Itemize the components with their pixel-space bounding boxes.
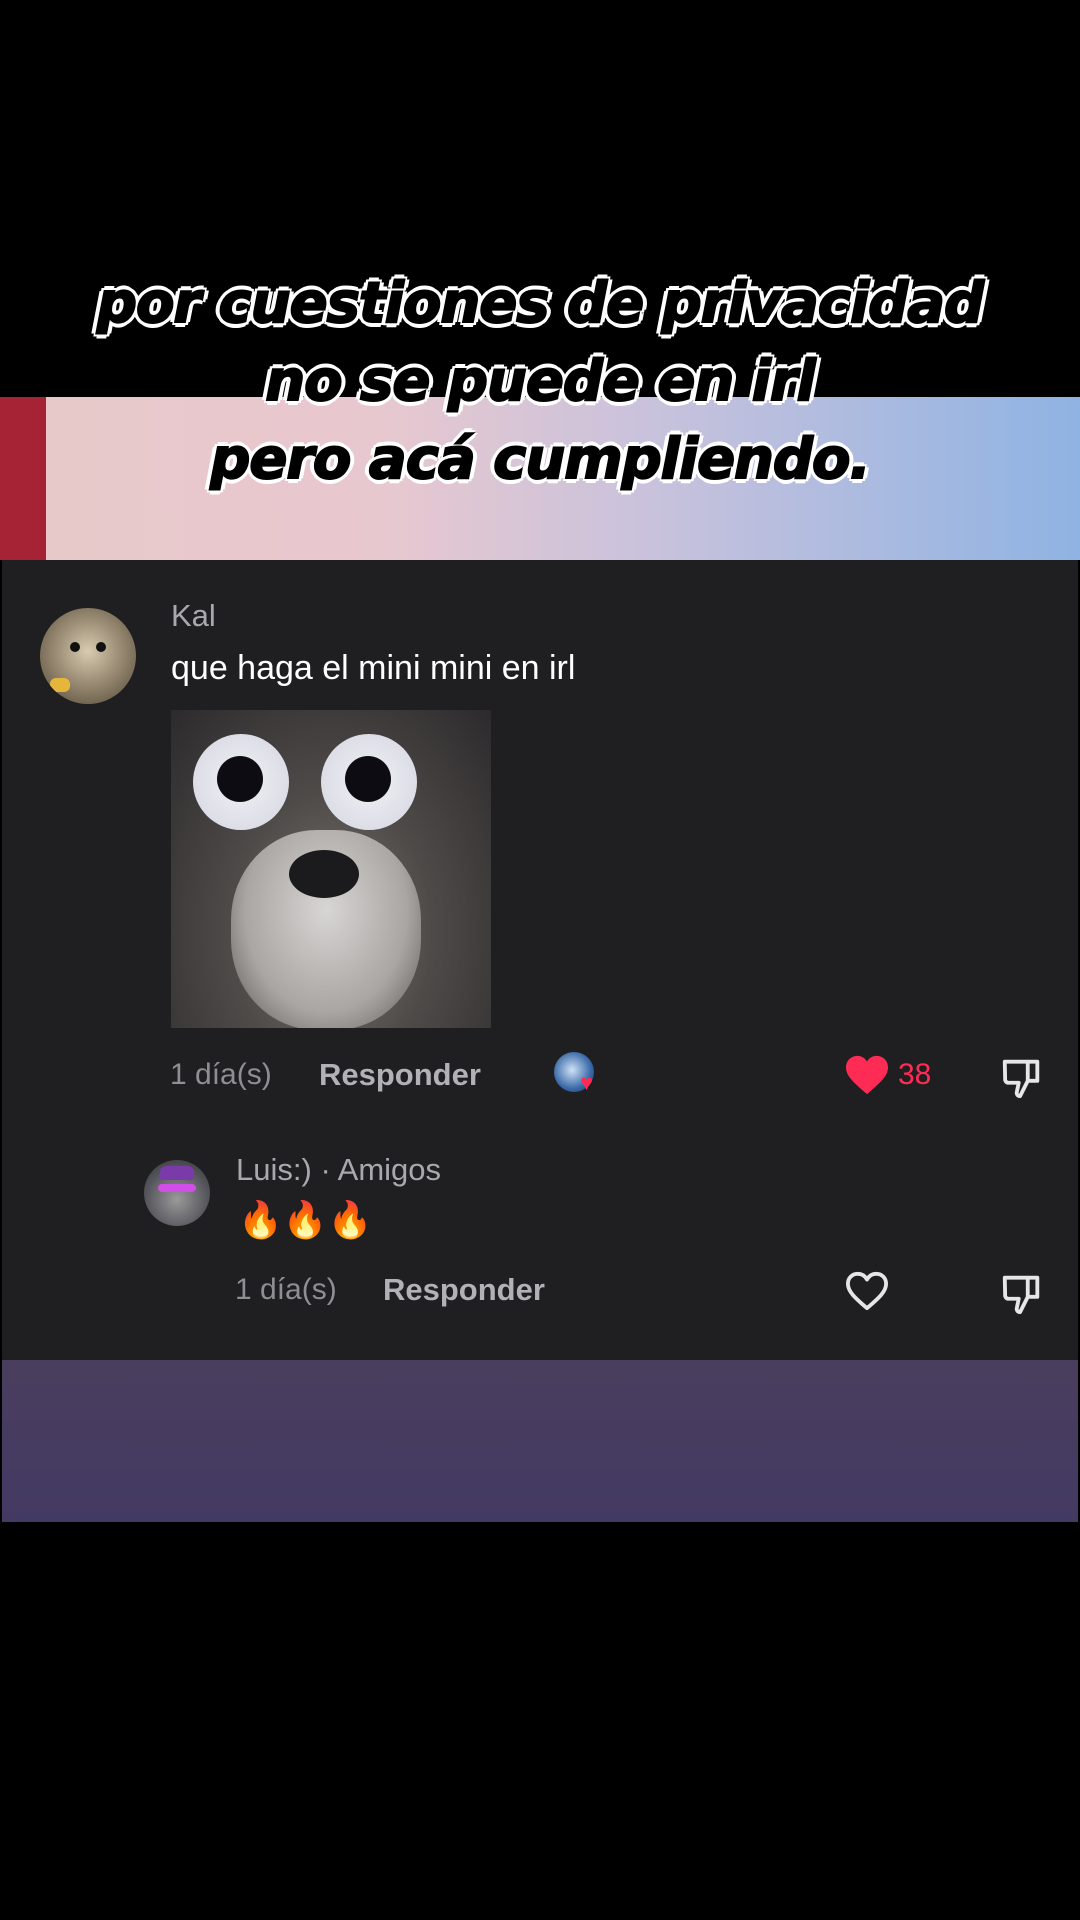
comment-reply-button[interactable]: Responder (319, 1057, 481, 1093)
reply-friend-tag: · Amigos (320, 1152, 442, 1187)
avatar-eye (96, 642, 106, 652)
thumbs-down-icon[interactable] (998, 1270, 1046, 1316)
video-caption-overlay: por cuestiones de privacidad no se puede… (0, 265, 1080, 499)
reply-time: 1 día(s) (235, 1273, 337, 1306)
video-background-bottom (2, 1360, 1078, 1522)
sticker-eye-right (321, 734, 417, 830)
reply-text: 🔥🔥🔥 (238, 1199, 373, 1240)
sticker-eye-left (193, 734, 289, 830)
reply-username[interactable]: Luis:) (236, 1152, 312, 1187)
avatar-hat (160, 1166, 194, 1180)
heart-filled-icon[interactable] (844, 1054, 890, 1096)
caption-line-2: no se puede en irl (264, 348, 817, 415)
avatar-luis[interactable] (144, 1160, 210, 1226)
avatar-kal[interactable] (40, 608, 136, 704)
comment-time: 1 día(s) (170, 1058, 272, 1091)
sticker-nose (289, 850, 359, 898)
caption-line-1: por cuestiones de privacidad (96, 270, 985, 337)
heart-outline-icon[interactable] (844, 1270, 890, 1312)
comment-text: que haga el mini mini en irl (171, 649, 576, 687)
comment-sticker-image[interactable] (171, 710, 491, 1028)
sticker-pupil (217, 756, 263, 802)
avatar-paw (50, 678, 70, 692)
comment-panel: Kal que haga el mini mini en irl 1 día(s… (2, 560, 1078, 1360)
thumbs-down-icon[interactable] (998, 1054, 1046, 1100)
reply-username-line: Luis:) · Amigos (236, 1152, 441, 1188)
caption-line-3: pero acá cumpliendo. (209, 426, 872, 493)
creator-liked-heart-icon: ♥ (580, 1070, 594, 1095)
comment-username[interactable]: Kal (171, 598, 216, 634)
reply-reply-button[interactable]: Responder (383, 1272, 545, 1308)
sticker-pupil (345, 756, 391, 802)
comment-like-count: 38 (898, 1058, 932, 1091)
avatar-eye (70, 642, 80, 652)
avatar-glasses (158, 1184, 196, 1192)
